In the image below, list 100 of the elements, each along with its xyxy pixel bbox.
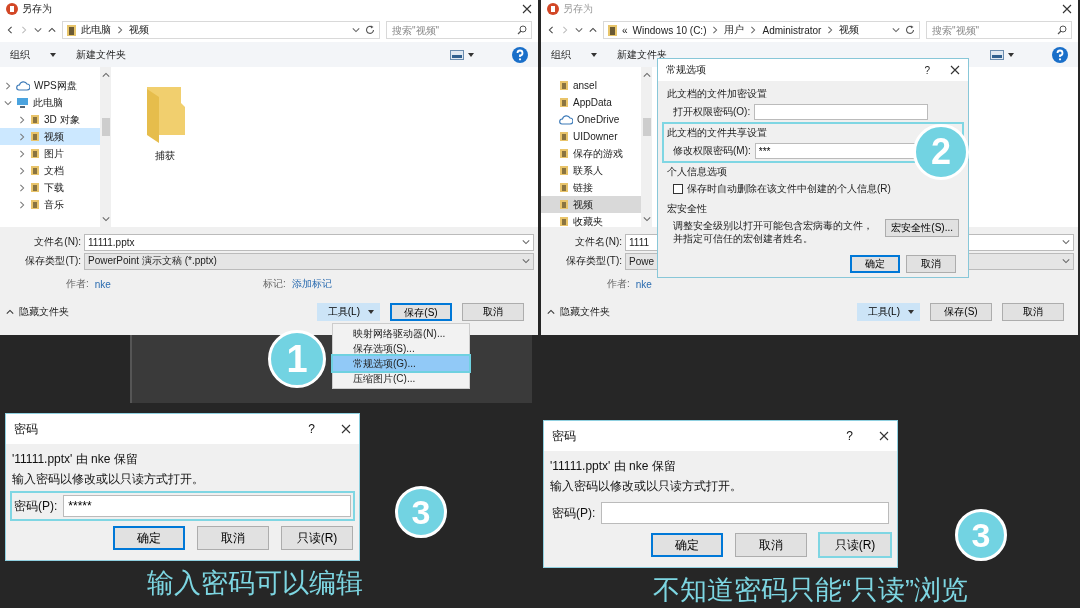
help-icon[interactable] <box>1052 46 1068 63</box>
up-icon[interactable] <box>48 26 56 34</box>
author-link[interactable]: nke <box>635 278 652 290</box>
dropdown-icon[interactable] <box>892 26 900 34</box>
checkbox[interactable] <box>673 184 683 194</box>
search-field[interactable]: 搜索"视频" <box>386 21 532 39</box>
save-button[interactable]: 保存(S) <box>930 303 992 321</box>
hide-folders-toggle[interactable]: 隐藏文件夹 <box>560 305 610 319</box>
new-folder-button[interactable]: 新建文件夹 <box>76 47 126 62</box>
breadcrumb-item[interactable]: 视频 <box>839 23 860 37</box>
checkbox-label[interactable]: 保存时自动删除在该文件中创建的个人信息(R) <box>687 182 891 196</box>
file-type-select[interactable]: PowerPoint 演示文稿 (*.pptx) <box>84 252 534 270</box>
close-icon[interactable] <box>341 424 351 434</box>
view-icon[interactable] <box>990 49 1004 60</box>
close-icon[interactable] <box>950 65 960 75</box>
organize-button[interactable]: 组织 <box>10 47 30 62</box>
dropdown-icon[interactable] <box>1062 257 1070 265</box>
organize-button[interactable]: 组织 <box>551 47 571 62</box>
password-field[interactable]: ***** <box>63 495 351 517</box>
breadcrumb-item[interactable]: 此电脑 <box>81 23 111 37</box>
close-icon[interactable] <box>522 4 532 14</box>
chevron-icon <box>116 26 124 34</box>
hide-folders-toggle[interactable]: 隐藏文件夹 <box>19 305 69 319</box>
scrollbar-thumb[interactable] <box>642 118 651 136</box>
nav-item[interactable]: 音乐 <box>0 196 100 213</box>
ok-button[interactable]: 确定 <box>850 255 900 273</box>
dropdown-icon[interactable] <box>522 257 530 265</box>
ok-button[interactable]: 确定 <box>113 526 185 550</box>
address-bar[interactable]: 此电脑 视频 <box>62 21 380 39</box>
password-field[interactable] <box>601 502 889 524</box>
scrollbar-thumb[interactable] <box>101 118 110 136</box>
breadcrumb-item[interactable]: Administrator <box>762 24 822 36</box>
scroll-down-icon[interactable] <box>642 215 651 223</box>
nav-item[interactable]: 联系人 <box>541 162 641 179</box>
cancel-button[interactable]: 取消 <box>735 533 807 557</box>
close-icon[interactable] <box>879 431 889 441</box>
nav-item[interactable]: 下载 <box>0 179 100 196</box>
read-only-button[interactable]: 只读(R) <box>819 533 891 557</box>
scroll-down-icon[interactable] <box>101 215 110 223</box>
nav-item[interactable]: 图片 <box>0 145 100 162</box>
nav-item[interactable]: 视频 <box>541 196 641 213</box>
menu-item[interactable]: 映射网络驱动器(N)... <box>333 326 469 341</box>
read-only-button[interactable]: 只读(R) <box>281 526 353 550</box>
caret-up-icon[interactable] <box>6 308 14 316</box>
menu-item[interactable]: 保存选项(S)... <box>333 341 469 356</box>
author-link[interactable]: nke <box>94 278 111 290</box>
close-icon[interactable] <box>1062 4 1072 14</box>
help-icon[interactable] <box>512 46 528 63</box>
back-icon[interactable] <box>6 26 14 34</box>
caret-up-icon[interactable] <box>547 308 555 316</box>
nav-item[interactable]: 3D 对象 <box>0 111 100 128</box>
nav-item[interactable]: AppData <box>541 94 641 111</box>
save-button[interactable]: 保存(S) <box>390 303 452 321</box>
search-field[interactable]: 搜索"视频" <box>926 21 1072 39</box>
menu-item[interactable]: 常规选项(G)... <box>333 356 469 371</box>
address-bar[interactable]: « Windows 10 (C:) 用户 Administrator 视频 <box>603 21 920 39</box>
nav-item[interactable]: 保存的游戏 <box>541 145 641 162</box>
cancel-button[interactable]: 取消 <box>1002 303 1064 321</box>
dropdown-icon[interactable] <box>1062 238 1070 246</box>
password-field[interactable] <box>754 104 929 120</box>
nav-item[interactable]: WPS网盘 <box>0 77 100 94</box>
dropdown-icon[interactable] <box>352 26 360 34</box>
refresh-icon[interactable] <box>365 25 375 35</box>
tools-button[interactable]: 工具(L) <box>316 303 380 321</box>
add-tags-link[interactable]: 添加标记 <box>291 277 332 291</box>
nav-item[interactable]: 文档 <box>0 162 100 179</box>
scroll-up-icon[interactable] <box>101 71 110 79</box>
ok-button[interactable]: 确定 <box>651 533 723 557</box>
nav-item[interactable]: ansel <box>541 77 641 94</box>
help-button[interactable]: ? <box>846 429 853 443</box>
recent-locations-icon[interactable] <box>34 26 42 34</box>
up-icon[interactable] <box>589 26 597 34</box>
cancel-button[interactable]: 取消 <box>462 303 524 321</box>
refresh-icon[interactable] <box>905 25 915 35</box>
recent-locations-icon[interactable] <box>575 26 583 34</box>
macro-security-button[interactable]: 宏安全性(S)... <box>885 219 959 237</box>
breadcrumb-item[interactable]: 视频 <box>129 23 149 37</box>
nav-item[interactable]: UIDowner <box>541 128 641 145</box>
file-name[interactable]: 捕获 <box>155 149 175 163</box>
help-button[interactable]: ? <box>308 422 315 436</box>
tools-button[interactable]: 工具(L) <box>856 303 920 321</box>
search-icon <box>517 25 527 35</box>
breadcrumb-item[interactable]: 用户 <box>724 23 745 37</box>
breadcrumb-item[interactable]: Windows 10 (C:) <box>632 24 707 36</box>
back-icon[interactable] <box>547 26 555 34</box>
overflow-mark[interactable]: « <box>622 24 628 36</box>
help-button[interactable]: ? <box>924 64 930 76</box>
dropdown-icon[interactable] <box>522 238 530 246</box>
file-name-field[interactable]: 11111.pptx <box>84 233 534 251</box>
cancel-button[interactable]: 取消 <box>906 255 956 273</box>
nav-item[interactable]: 链接 <box>541 179 641 196</box>
menu-item[interactable]: 压缩图片(C)... <box>333 371 469 386</box>
view-icon[interactable] <box>450 49 464 60</box>
scroll-up-icon[interactable] <box>642 71 651 79</box>
nav-item[interactable]: 此电脑 <box>0 94 100 111</box>
nav-item[interactable]: 收藏夹 <box>541 213 641 230</box>
folder-icon[interactable] <box>145 85 185 143</box>
nav-item[interactable]: OneDrive <box>541 111 641 128</box>
nav-item[interactable]: 视频 <box>0 128 100 145</box>
cancel-button[interactable]: 取消 <box>197 526 269 550</box>
